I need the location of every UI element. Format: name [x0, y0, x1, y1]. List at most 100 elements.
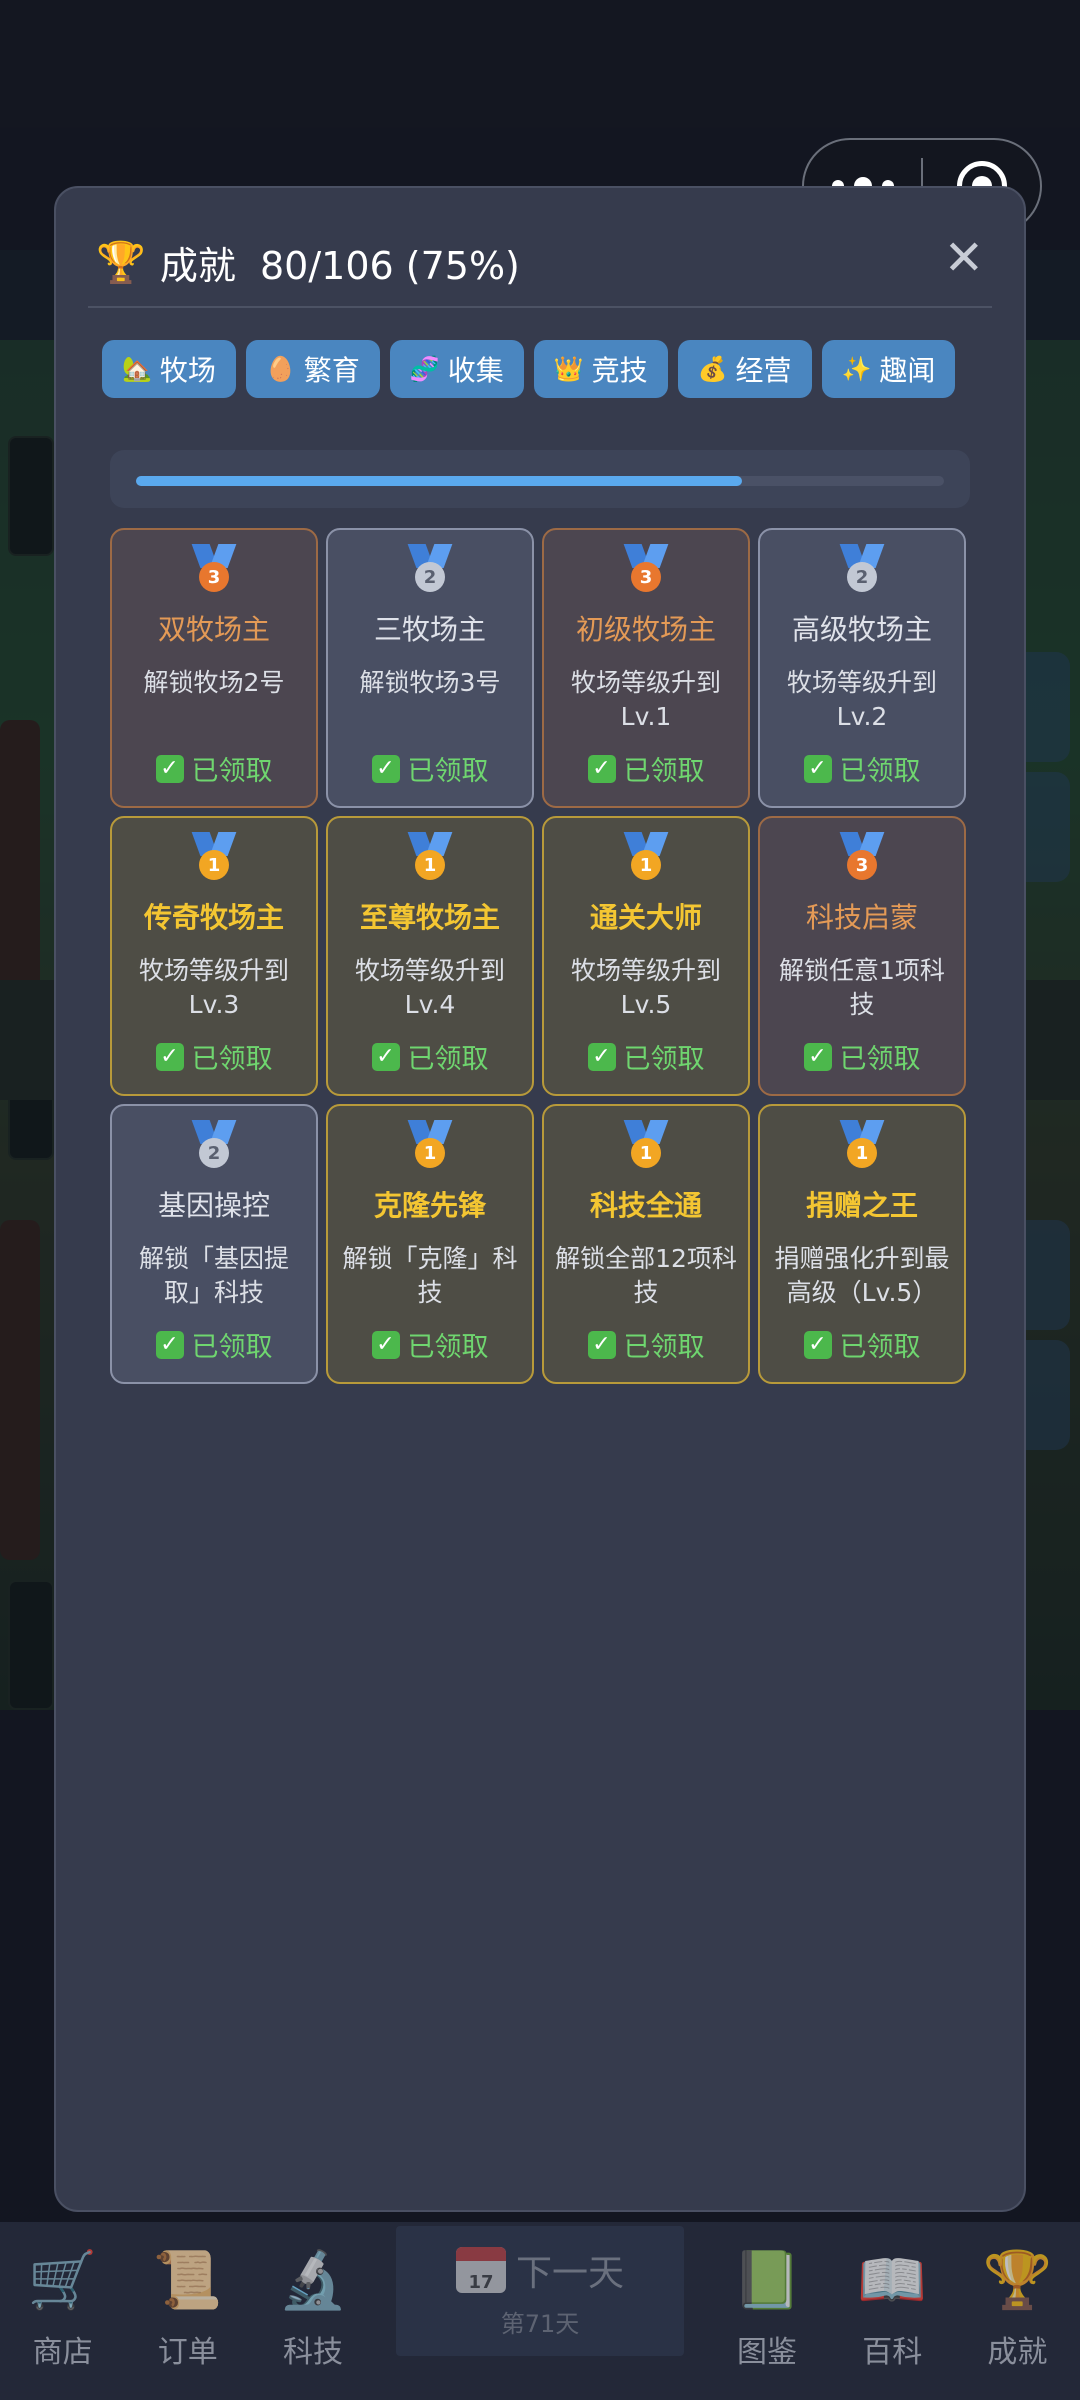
medal-silver-icon: 2	[191, 1120, 237, 1170]
tab-ranch[interactable]: 🏡 牧场	[102, 340, 236, 398]
nav-label: 成就	[987, 2335, 1048, 2370]
check-icon: ✓	[803, 754, 832, 783]
claimed-status: ✓ 已领取	[760, 1037, 964, 1076]
claimed-status: ✓ 已领取	[328, 1037, 532, 1076]
status-label: 已领取	[623, 756, 705, 787]
nav-item-tech[interactable]: 🔬 科技	[250, 2222, 375, 2400]
nav-label: 图鉴	[737, 2335, 798, 2370]
achievement-card[interactable]: 2 高级牧场主 牧场等级升到Lv.2 ✓ 已领取	[758, 528, 966, 808]
tab-label: 竞技	[591, 354, 648, 387]
achievement-title: 科技全通	[589, 1189, 702, 1222]
check-icon: ✓	[587, 1330, 616, 1359]
tab-breeding[interactable]: 🥚 繁育	[245, 340, 380, 398]
medal-rank: 3	[631, 562, 661, 592]
medal-silver-icon: 2	[839, 544, 885, 594]
achievement-card[interactable]: 3 双牧场主 解锁牧场2号 ✓ 已领取	[110, 528, 318, 808]
business-icon: 💰	[697, 355, 728, 383]
nav-item-codex[interactable]: 📗 图鉴	[704, 2222, 829, 2400]
achievement-card[interactable]: 1 克隆先锋 解锁「克隆」科技 ✓ 已领取	[326, 1104, 534, 1384]
tab-label: 趣闻	[879, 354, 936, 387]
achievement-desc: 解锁牧场3号	[359, 668, 501, 697]
medal-rank: 1	[847, 1138, 877, 1168]
check-icon: ✓	[371, 1330, 400, 1359]
nav-label: 科技	[282, 2335, 343, 2370]
achievement-title: 初级牧场主	[575, 613, 716, 646]
status-label: 已领取	[191, 1332, 273, 1363]
medal-bronze-icon: 3	[839, 832, 885, 882]
medal-rank: 1	[631, 1138, 661, 1168]
claimed-status: ✓ 已领取	[544, 1325, 748, 1364]
achievement-card[interactable]: 1 传奇牧场主 牧场等级升到Lv.3 ✓ 已领取	[110, 816, 318, 1096]
achievement-title: 基因操控	[157, 1189, 270, 1222]
medal-rank: 1	[631, 850, 661, 880]
nav-label: 商店	[32, 2335, 93, 2370]
codex-icon: 📗	[732, 2248, 802, 2313]
medal-rank: 2	[847, 562, 877, 592]
status-label: 已领取	[191, 756, 273, 787]
next-day-button[interactable]: 17 下一天 第71天	[395, 2226, 685, 2356]
medal-rank: 2	[199, 1138, 229, 1168]
orders-icon: 📜	[152, 2248, 223, 2313]
tech-icon: 🔬	[278, 2248, 348, 2313]
status-label: 已领取	[623, 1332, 705, 1363]
achievement-title: 科技启蒙	[805, 901, 918, 934]
achievement-card[interactable]: 1 科技全通 解锁全部12项科技 ✓ 已领取	[542, 1104, 750, 1384]
check-icon: ✓	[587, 754, 616, 783]
medal-gold-icon: 1	[191, 832, 237, 882]
tab-business[interactable]: 💰 经营	[677, 340, 812, 398]
claimed-status: ✓ 已领取	[544, 749, 748, 788]
achievement-desc: 捐赠强化升到最高级（Lv.5）	[774, 1244, 950, 1307]
achievement-card[interactable]: 1 通关大师 牧场等级升到Lv.5 ✓ 已领取	[542, 816, 750, 1096]
status-label: 已领取	[839, 1332, 921, 1363]
medal-rank: 3	[847, 850, 877, 880]
status-label: 已领取	[623, 1044, 705, 1075]
tab-label: 繁育	[303, 354, 360, 387]
medal-rank: 1	[415, 1138, 445, 1168]
claimed-status: ✓ 已领取	[760, 1325, 964, 1364]
achievement-card[interactable]: 2 基因操控 解锁「基因提取」科技 ✓ 已领取	[110, 1104, 318, 1384]
bottom-nav: 🛒 商店 📜 订单 🔬 科技 17 下一天 第71天 📗 图鉴 📖 百科 🏆 成就	[0, 2222, 1080, 2400]
medal-silver-icon: 2	[407, 544, 453, 594]
claimed-status: ✓ 已领取	[112, 749, 316, 788]
achievement-title: 至尊牧场主	[359, 901, 500, 934]
breeding-icon: 🥚	[265, 355, 296, 383]
achievement-card[interactable]: 1 捐赠之王 捐赠强化升到最高级（Lv.5） ✓ 已领取	[758, 1104, 966, 1384]
achievement-card[interactable]: 1 至尊牧场主 牧场等级升到Lv.4 ✓ 已领取	[326, 816, 534, 1096]
medal-rank: 1	[199, 850, 229, 880]
medal-rank: 2	[415, 562, 445, 592]
tab-label: 收集	[447, 354, 504, 387]
progress-bar	[110, 450, 970, 508]
nav-item-shop[interactable]: 🛒 商店	[0, 2222, 125, 2400]
day-counter: 第71天	[500, 2309, 580, 2338]
title-label: 成就	[159, 243, 236, 288]
medal-gold-icon: 1	[407, 1120, 453, 1170]
shop-icon: 🛒	[27, 2248, 98, 2313]
close-icon[interactable]: ✕	[944, 234, 984, 282]
achievement-card[interactable]: 3 科技启蒙 解锁任意1项科技 ✓ 已领取	[758, 816, 966, 1096]
medal-gold-icon: 1	[839, 1120, 885, 1170]
tab-label: 经营	[735, 354, 792, 387]
check-icon: ✓	[803, 1042, 832, 1071]
achievement-title: 通关大师	[589, 901, 702, 934]
arena-icon: 👑	[553, 355, 584, 383]
check-icon: ✓	[155, 754, 184, 783]
nav-item-orders[interactable]: 📜 订单	[125, 2222, 250, 2400]
check-icon: ✓	[587, 1042, 616, 1071]
nav-item-wiki[interactable]: 📖 百科	[830, 2222, 955, 2400]
header-divider	[88, 306, 992, 308]
next-day-label: 下一天	[516, 2252, 625, 2294]
achievement-card[interactable]: 2 三牧场主 解锁牧场3号 ✓ 已领取	[326, 528, 534, 808]
tab-fun[interactable]: ✨ 趣闻	[821, 340, 956, 398]
medal-rank: 1	[415, 850, 445, 880]
achievement-desc: 解锁「基因提取」科技	[138, 1244, 289, 1307]
medal-rank: 3	[199, 562, 229, 592]
tab-collection[interactable]: 🧬 收集	[389, 340, 524, 398]
nav-item-achievements[interactable]: 🏆 成就	[955, 2222, 1080, 2400]
medal-gold-icon: 1	[407, 832, 453, 882]
tab-arena[interactable]: 👑 竞技	[533, 340, 668, 398]
modal-header: 🏆 成就 80/106 (75%) ✕	[96, 224, 984, 300]
trophy-icon: 🏆	[96, 239, 146, 286]
modal-title: 成就 80/106 (75%)	[160, 235, 520, 290]
achievement-card[interactable]: 3 初级牧场主 牧场等级升到Lv.1 ✓ 已领取	[542, 528, 750, 808]
status-label: 已领取	[839, 1044, 921, 1075]
